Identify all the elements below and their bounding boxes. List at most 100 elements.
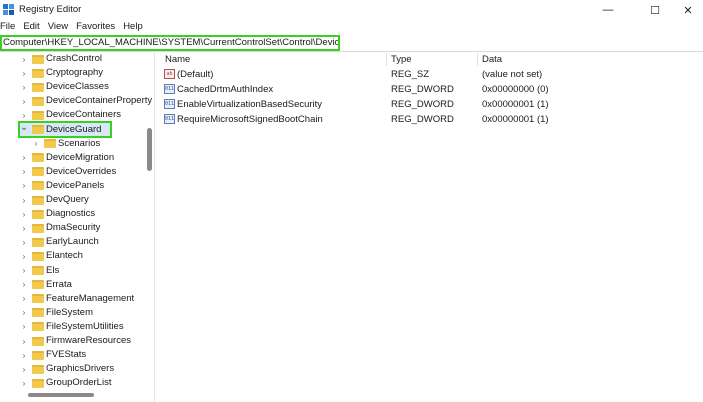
folder-icon <box>32 266 44 275</box>
chevron-right-icon[interactable]: › <box>20 53 28 66</box>
column-divider[interactable] <box>477 53 478 66</box>
tree-item-label: FVEStats <box>46 349 87 361</box>
address-input[interactable]: Computer\HKEY_LOCAL_MACHINE\SYSTEM\Curre… <box>0 35 340 51</box>
menu-help[interactable]: Help <box>119 20 147 34</box>
value-type: REG_DWORD <box>391 114 454 125</box>
folder-icon <box>32 364 44 374</box>
chevron-right-icon[interactable]: › <box>20 193 28 207</box>
chevron-right-icon[interactable]: › <box>20 292 28 306</box>
tree-item-label: FirmwareResources <box>46 335 131 346</box>
chevron-right-icon[interactable]: › <box>32 137 40 151</box>
folder-icon <box>44 139 56 149</box>
folder-icon <box>32 68 44 78</box>
tree-item[interactable]: › Els <box>0 264 150 278</box>
tree-item-label: DeviceOverrides <box>46 165 117 177</box>
menu-view[interactable]: View <box>44 20 72 34</box>
column-type-header[interactable]: Type <box>391 54 412 65</box>
minimize-button[interactable]: — <box>589 0 627 20</box>
chevron-right-icon[interactable]: › <box>20 207 28 221</box>
tree-item[interactable]: › GroupOrderList <box>0 376 150 390</box>
menu-edit[interactable]: Edit <box>19 20 43 34</box>
value-name: RequireMicrosoftSignedBootChain <box>177 114 323 125</box>
tree-item[interactable]: › DeviceContainerProperty <box>0 94 153 108</box>
tree-item[interactable]: › Cryptography <box>0 66 150 80</box>
close-icon: ✕ <box>683 4 693 17</box>
tree-item[interactable]: › DmaSecurity <box>0 221 150 235</box>
tree-item[interactable]: › CrashControl <box>0 53 150 66</box>
chevron-right-icon[interactable]: › <box>20 179 28 193</box>
chevron-right-icon[interactable]: › <box>20 235 28 249</box>
tree-item[interactable]: › FeatureManagement <box>0 292 150 306</box>
tree-item[interactable]: › Diagnostics <box>0 207 150 221</box>
tree-item[interactable]: › DeviceOverrides <box>0 165 150 179</box>
tree-item[interactable]: › DeviceClasses <box>0 80 150 94</box>
column-data-header[interactable]: Data <box>482 54 502 65</box>
tree-item-label: GroupOrderList <box>46 377 112 389</box>
folder-icon <box>32 280 44 290</box>
chevron-right-icon[interactable]: › <box>20 94 28 108</box>
tree-horizontal-scrollbar[interactable] <box>28 393 94 397</box>
close-button[interactable]: ✕ <box>669 0 703 20</box>
tree-item[interactable]: ⌄ DeviceGuard <box>0 121 150 137</box>
chevron-right-icon[interactable]: › <box>20 165 28 179</box>
tree-item-label: Els <box>46 264 60 276</box>
chevron-right-icon[interactable]: › <box>20 221 28 235</box>
chevron-right-icon[interactable]: › <box>20 320 28 334</box>
tree-item[interactable]: › FVEStats <box>0 348 150 362</box>
chevron-right-icon[interactable]: › <box>20 264 28 278</box>
tree-item[interactable]: › FileSystem <box>0 306 150 320</box>
registry-value-row[interactable]: 011 EnableVirtualizationBasedSecurity REG_… <box>160 97 703 112</box>
tree-item-label: DeviceContainerProperty <box>46 95 153 107</box>
tree-item[interactable]: › DevQuery <box>0 193 150 207</box>
tree-item-label: DevicePanels <box>46 179 105 191</box>
chevron-right-icon[interactable]: › <box>20 376 28 390</box>
tree-item-label: CrashControl <box>46 53 102 64</box>
column-divider[interactable] <box>386 53 387 66</box>
tree-item-label: DevQuery <box>46 194 89 205</box>
chevron-right-icon[interactable]: › <box>20 249 28 263</box>
folder-icon <box>32 294 44 304</box>
chevron-right-icon[interactable]: › <box>20 348 28 362</box>
tree-item-label: FileSystem <box>46 306 93 318</box>
list-header: Name Type Data <box>160 53 703 67</box>
tree-pane[interactable]: › CrashControl › Cryptography › DeviceClasses… <box>0 53 155 402</box>
values-pane[interactable]: Name Type Data ab (Default) REG_SZ (value n… <box>160 53 703 402</box>
tree-item-label: FeatureManagement <box>46 292 135 304</box>
registry-value-row[interactable]: 011 CachedDrtmAuthIndex REG_DWORD 0x0000000… <box>160 82 703 97</box>
chevron-right-icon[interactable]: › <box>20 306 28 320</box>
tree-item[interactable]: › Elantech <box>0 249 150 263</box>
tree-item[interactable]: › DevicePanels <box>0 179 150 193</box>
string-value-icon: ab <box>164 69 175 79</box>
tree-item[interactable]: › Errata <box>0 278 150 292</box>
tree-item[interactable]: › GraphicsDrivers <box>0 362 150 376</box>
chevron-right-icon[interactable]: › <box>20 80 28 94</box>
tree-item[interactable]: › FirmwareResources <box>0 334 150 348</box>
chevron-right-icon[interactable]: › <box>20 66 28 80</box>
chevron-right-icon[interactable]: › <box>20 334 28 348</box>
chevron-right-icon[interactable]: › <box>20 151 28 165</box>
chevron-right-icon[interactable]: › <box>20 362 28 376</box>
folder-icon <box>32 350 44 360</box>
value-type: REG_SZ <box>391 69 430 80</box>
tree-item-label: Scenarios <box>58 137 101 149</box>
registry-value-row[interactable]: ab (Default) REG_SZ (value not set) <box>160 67 703 82</box>
tree-item-label: EarlyLaunch <box>46 236 99 248</box>
folder-icon <box>32 237 44 247</box>
chevron-down-icon[interactable]: ⌄ <box>20 121 28 135</box>
registry-value-row[interactable]: 011 RequireMicrosoftSignedBootChain REG_DW… <box>160 112 703 127</box>
menu-favorites[interactable]: Favorites <box>72 20 119 34</box>
tree-item[interactable]: › FileSystemUtilities <box>0 320 150 334</box>
tree-item[interactable]: › DeviceMigration <box>0 151 150 165</box>
dword-value-icon: 011 <box>164 114 175 124</box>
chevron-right-icon[interactable]: › <box>20 278 28 292</box>
tree-item-label: DeviceClasses <box>46 81 109 93</box>
tree-item[interactable]: › EarlyLaunch <box>0 235 150 249</box>
value-type: REG_DWORD <box>391 99 454 110</box>
tree-item-label: DeviceGuard <box>46 123 102 135</box>
menu-file[interactable]: File <box>0 20 19 34</box>
tree-item[interactable]: › Scenarios <box>0 137 150 151</box>
value-type: REG_DWORD <box>391 84 454 95</box>
column-name-header[interactable]: Name <box>165 54 190 65</box>
folder-icon <box>32 153 44 163</box>
tree-vertical-scrollbar[interactable] <box>147 128 152 171</box>
